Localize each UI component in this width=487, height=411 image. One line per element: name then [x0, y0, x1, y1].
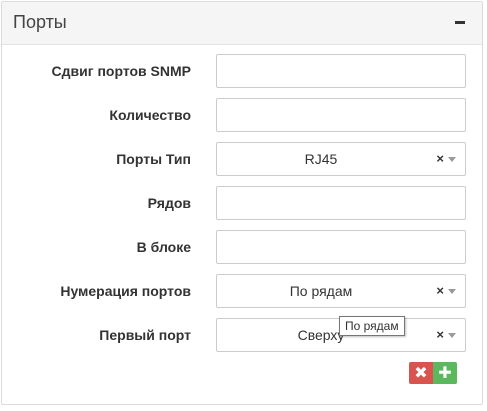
- field-label: Сдвиг портов SNMP: [51, 63, 191, 79]
- caret-down-icon[interactable]: [448, 289, 456, 294]
- form-row-count: Количество: [0, 97, 487, 133]
- snmp-offset-input[interactable]: [216, 54, 466, 88]
- count-input[interactable]: [216, 98, 466, 132]
- clear-icon[interactable]: ×: [436, 143, 444, 175]
- in-block-input[interactable]: [216, 230, 466, 264]
- field-label: Нумерация портов: [60, 283, 191, 299]
- select-value: По рядам: [289, 283, 353, 299]
- clear-icon[interactable]: ×: [436, 275, 444, 307]
- caret-down-icon[interactable]: [448, 157, 456, 162]
- remove-button[interactable]: ✖: [409, 362, 433, 384]
- field-label: В блоке: [136, 239, 191, 255]
- panel-header: Порты: [2, 2, 482, 45]
- add-button[interactable]: ✚: [433, 362, 457, 384]
- form-row-in-block: В блоке: [0, 229, 487, 265]
- action-button-group: ✖ ✚: [409, 362, 457, 384]
- form-row-snmp-offset: Сдвиг портов SNMP: [0, 53, 487, 89]
- form-row-rows: Рядов: [0, 185, 487, 221]
- plus-icon: ✚: [438, 365, 452, 382]
- minus-icon[interactable]: [455, 21, 465, 24]
- field-label: Количество: [109, 107, 191, 123]
- field-label: Первый порт: [99, 327, 191, 343]
- select-value: RJ45: [304, 151, 338, 167]
- form-row-first-port: Первый порт Сверху ×: [0, 317, 487, 353]
- tooltip: По рядам: [339, 316, 405, 336]
- port-numbering-select[interactable]: По рядам ×: [216, 274, 466, 308]
- form-row-port-type: Порты Тип RJ45 ×: [0, 141, 487, 177]
- rows-input[interactable]: [216, 186, 466, 220]
- form-row-numbering: Нумерация портов По рядам ×: [0, 273, 487, 309]
- close-icon: ✖: [414, 365, 428, 382]
- clear-icon[interactable]: ×: [436, 319, 444, 351]
- field-label: Порты Тип: [116, 151, 191, 167]
- port-type-select[interactable]: RJ45 ×: [216, 142, 466, 176]
- field-label: Рядов: [147, 195, 191, 211]
- panel-title: Порты: [13, 12, 67, 32]
- caret-down-icon[interactable]: [448, 333, 456, 338]
